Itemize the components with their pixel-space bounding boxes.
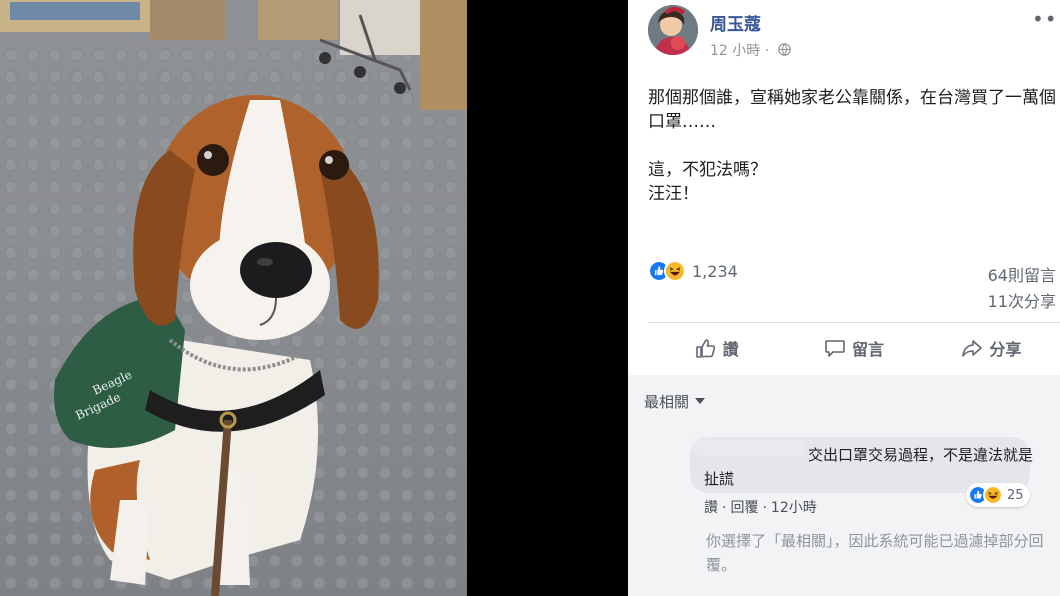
thumbs-up-icon — [695, 339, 715, 358]
reaction-count: 1,234 — [692, 261, 738, 281]
post-text: 那個那個誰，宣稱她家老公靠關係，在台灣買了一萬個口罩…… 這，不犯法嗎？ 汪汪！ — [648, 88, 1056, 204]
post-actions: 讚 留言 分享 — [648, 330, 1060, 366]
divider-top — [648, 322, 1060, 323]
meta-dot: · — [764, 43, 770, 59]
author-name[interactable]: 周玉蔻 — [710, 10, 761, 35]
like-button-label: 讚 — [722, 340, 739, 359]
author-avatar[interactable] — [648, 5, 698, 55]
reactions-summary[interactable]: 1,234 — [648, 258, 738, 284]
more-options-button[interactable]: ••• — [1032, 7, 1060, 31]
post-panel: 周玉蔻 12 小時 · ••• 那個那個誰，宣稱她家老公靠關係，在台灣買了一萬個… — [628, 0, 1060, 596]
comment-icon — [825, 340, 845, 357]
comment-time[interactable]: 12小時 — [771, 500, 817, 516]
shares-count-link[interactable]: 11次分享 — [988, 288, 1056, 312]
post-meta: 12 小時 · — [710, 40, 791, 60]
haha-icon — [983, 485, 1003, 505]
comment-button[interactable]: 留言 — [785, 330, 922, 366]
comments-section: 最相關 交出口罩交易過程，不是違法就是扯謊 25 讚 · 回覆 · 12小時 你選擇了「… — [628, 375, 1060, 596]
globe-icon[interactable] — [777, 43, 791, 56]
comment-button-label: 留言 — [851, 340, 884, 359]
comments-count-link[interactable]: 64則留言 — [988, 262, 1056, 286]
post-time[interactable]: 12 小時 — [710, 43, 760, 59]
like-button[interactable]: 讚 — [648, 330, 785, 366]
beagle-photo: Beagle Brigade — [0, 0, 467, 596]
comment-actions: 讚 · 回覆 · 12小時 — [704, 497, 817, 517]
avatar-image — [648, 5, 698, 55]
comment-actions-sep: · — [762, 500, 767, 516]
comment-sort-dropdown[interactable]: 最相關 — [644, 391, 706, 412]
haha-icon — [664, 260, 686, 282]
comment-like-link[interactable]: 讚 — [704, 500, 718, 516]
filter-notice: 你選擇了「最相關」，因此系統可能已過濾掉部分回覆。 — [706, 532, 1044, 574]
comment-reply-link[interactable]: 回覆 — [730, 500, 758, 516]
caret-down-icon — [695, 398, 706, 404]
comment-reactions[interactable]: 25 — [966, 483, 1030, 507]
post-photo[interactable]: Beagle Brigade — [0, 0, 467, 596]
share-icon — [962, 340, 983, 357]
share-button[interactable]: 分享 — [923, 330, 1060, 366]
comment-reaction-count: 25 — [1007, 487, 1024, 503]
comment-actions-sep: · — [722, 500, 727, 516]
share-button-label: 分享 — [989, 340, 1022, 359]
comment-sort-label: 最相關 — [644, 393, 690, 411]
